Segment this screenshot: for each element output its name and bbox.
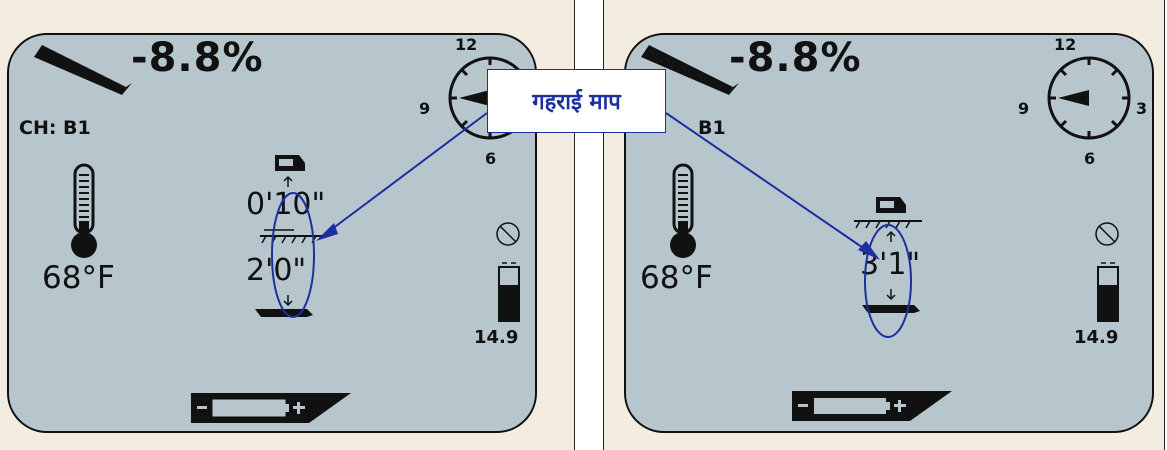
temperature-readout: 68°F: [42, 260, 115, 296]
clock-9: 9: [419, 99, 431, 118]
depth-arrow-up-icon: [886, 230, 896, 242]
pitch-readout: -8.8%: [729, 35, 862, 81]
thermometer-icon: [670, 163, 696, 258]
receiver-icon: [876, 197, 906, 213]
temperature-readout: 68°F: [640, 260, 713, 296]
roll-clock: 12 9 3 6: [1018, 35, 1147, 168]
thermometer-icon: [71, 163, 97, 258]
signal-strength-icon: [792, 391, 952, 421]
lcd-screen-left: -8.8% CH: B1 12 9 6 68°F 0'10" 2'0" 14.9: [7, 33, 537, 433]
probe-pitch-icon: [34, 45, 132, 95]
receiver-icon: [275, 155, 305, 171]
transmitter-icon: [862, 305, 920, 313]
channel-label: B1: [698, 117, 726, 139]
lcd-screen-right: -8.8% B1 12 9 3 6 68°F 3'1" 14.9: [624, 33, 1154, 433]
battery-icon: [498, 262, 520, 322]
clock-12: 12: [1054, 35, 1077, 54]
depth-arrow-down-icon: [283, 295, 293, 307]
signal-strength-icon: [191, 393, 351, 423]
battery-voltage: 14.9: [474, 327, 519, 348]
clock-12: 12: [455, 35, 478, 54]
battery-icon: [1097, 262, 1119, 322]
clock-9: 9: [1018, 99, 1030, 118]
battery-voltage: 14.9: [1074, 327, 1119, 348]
right-display-panel: -8.8% B1 12 9 3 6 68°F 3'1" 14.9: [603, 0, 1165, 450]
depth-below-ground: 2'0": [246, 253, 307, 288]
ground-line-icon: [260, 229, 328, 244]
depth-arrow-down-icon: [886, 289, 896, 301]
transmitter-icon: [255, 309, 313, 317]
clock-6: 6: [1084, 149, 1096, 168]
depth-above-ground: 0'10": [246, 187, 326, 222]
no-interference-icon: [496, 222, 520, 246]
clock-3: 3: [1136, 99, 1148, 118]
clock-6: 6: [485, 149, 497, 168]
no-interference-icon: [1095, 222, 1119, 246]
channel-label: CH: B1: [19, 117, 91, 139]
roll-clock-icon: [1047, 56, 1131, 140]
left-display-panel: -8.8% CH: B1 12 9 6 68°F 0'10" 2'0" 14.9: [0, 0, 575, 450]
depth-measurement-callout: गहराई माप: [487, 69, 666, 133]
pitch-readout: -8.8%: [131, 35, 264, 81]
depth-readout: 3'1": [860, 247, 921, 282]
